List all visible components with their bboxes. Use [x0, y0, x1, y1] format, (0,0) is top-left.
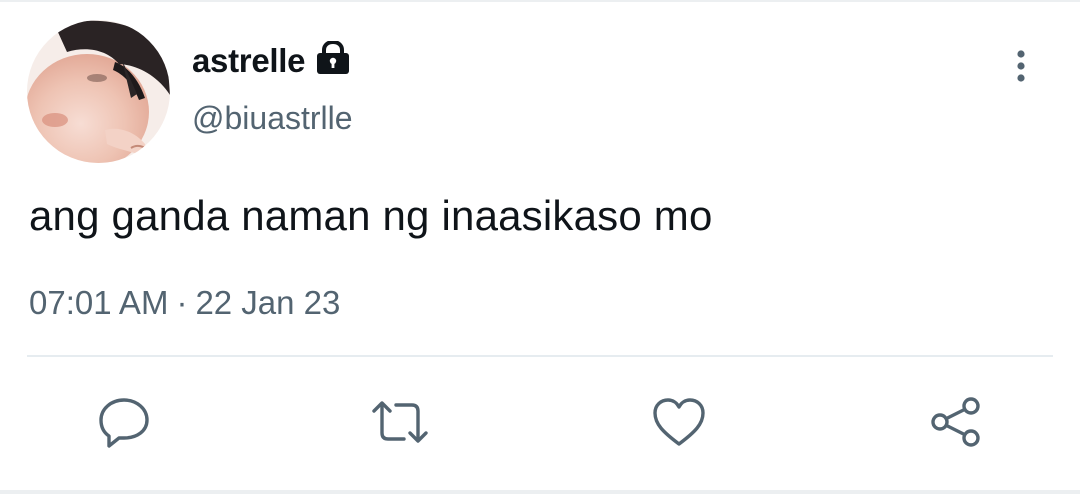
tweet-meta: 07:01 AM · 22 Jan 23	[29, 284, 340, 322]
display-name-row: astrelle	[192, 37, 351, 85]
top-border	[0, 0, 1080, 2]
retweet-button[interactable]	[372, 396, 428, 452]
bottom-border	[0, 490, 1080, 494]
retweet-icon	[370, 397, 430, 452]
tweet-text: ang ganda naman ng inaasikaso mo	[29, 192, 713, 239]
tweet-time: 07:01 AM	[29, 284, 169, 321]
avatar[interactable]	[27, 20, 170, 163]
share-button[interactable]	[928, 396, 984, 452]
heart-icon	[651, 396, 707, 453]
lock-icon	[315, 39, 351, 80]
user-handle[interactable]: @biuastrlle	[192, 100, 353, 137]
reply-button[interactable]	[96, 396, 152, 452]
more-vertical-icon[interactable]	[1006, 48, 1036, 88]
share-icon	[928, 394, 984, 455]
display-name[interactable]: astrelle	[192, 42, 305, 80]
like-button[interactable]	[651, 396, 707, 452]
meta-separator: ·	[176, 284, 188, 321]
tweet-date: 22 Jan 23	[195, 284, 341, 321]
divider	[27, 355, 1053, 357]
reply-icon	[97, 396, 151, 453]
